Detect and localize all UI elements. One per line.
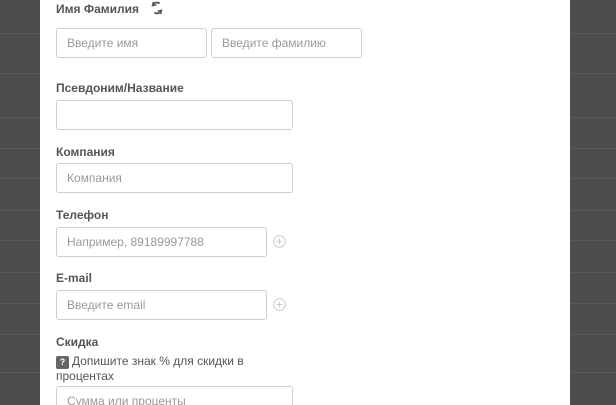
last-name-input[interactable] (211, 28, 362, 58)
first-name-input[interactable] (56, 28, 207, 58)
discount-hint-text: Допишите знак % для скидки в процентах (56, 354, 244, 383)
nickname-input[interactable] (56, 100, 293, 130)
name-label: Имя Фамилия (56, 2, 139, 16)
refresh-icon[interactable] (150, 1, 164, 15)
help-icon[interactable]: ? (56, 356, 69, 369)
phone-label: Телефон (56, 208, 109, 222)
contact-form-modal: Имя Фамилия Псевдоним/Название Компания … (40, 0, 570, 405)
phone-input[interactable] (56, 227, 267, 257)
nickname-label: Псевдоним/Название (56, 81, 184, 95)
company-input[interactable] (56, 163, 293, 193)
discount-label: Скидка (56, 335, 99, 349)
add-email-icon[interactable] (273, 298, 286, 311)
email-input[interactable] (56, 290, 267, 320)
company-label: Компания (56, 145, 115, 159)
discount-hint: ? Допишите знак % для скидки в процентах (56, 354, 276, 384)
discount-input[interactable] (56, 386, 293, 405)
email-label: E-mail (56, 271, 93, 285)
name-label-text: Имя Фамилия (56, 2, 140, 16)
add-phone-icon[interactable] (273, 235, 286, 248)
